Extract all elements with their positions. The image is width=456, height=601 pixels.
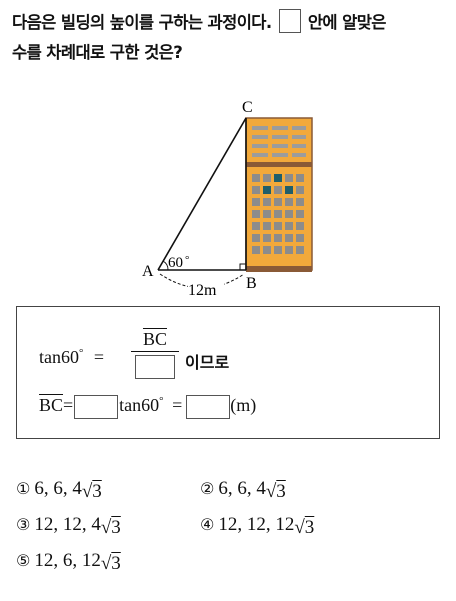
building-window xyxy=(296,174,304,182)
building-window xyxy=(263,174,271,182)
choice-3[interactable]: ③ 12, 12, 4√3 xyxy=(16,514,121,539)
building-window xyxy=(263,198,271,206)
building-window xyxy=(252,198,260,206)
building-window xyxy=(263,246,271,254)
building-window xyxy=(252,210,260,218)
building-window xyxy=(285,186,293,194)
blank-box-icon xyxy=(278,9,301,33)
choice-1-marker: ① xyxy=(16,479,31,498)
point-a-label: A xyxy=(142,263,154,280)
numerator-bc: BC xyxy=(142,329,167,349)
question-text-after: 안에 알맞은 xyxy=(307,13,387,32)
building-figure: C A B 60 ° 12m xyxy=(142,99,313,299)
point-b-label: B xyxy=(246,275,257,292)
building-window xyxy=(252,222,260,230)
choice-4-marker: ④ xyxy=(200,515,215,534)
question-text: 다음은 빌딩의 높이를 구하는 과정이다. 안에 알맞은 수를 차례대로 구한 … xyxy=(12,8,448,68)
choice-2-marker: ② xyxy=(200,479,215,498)
question-text-line2: 수를 차례대로 구한 것은? xyxy=(12,43,183,62)
degree-symbol: ° xyxy=(79,347,84,359)
building-window xyxy=(274,210,282,218)
building-window xyxy=(252,174,260,182)
building-window xyxy=(296,246,304,254)
building-illustration xyxy=(245,117,313,272)
line1-suffix: 이므로 xyxy=(185,353,230,372)
choice-4[interactable]: ④ 12, 12, 12√3 xyxy=(200,514,314,539)
building-window xyxy=(274,198,282,206)
building-window xyxy=(274,246,282,254)
building-window xyxy=(285,222,293,230)
building-window xyxy=(285,174,293,182)
building-window xyxy=(274,186,282,194)
choice-5-text: 12, 6, 12 xyxy=(34,550,101,571)
building-window xyxy=(263,186,271,194)
hypotenuse-line xyxy=(157,117,247,271)
building-window xyxy=(296,222,304,230)
solution-line-1: tan60° = BC 이므로 xyxy=(39,329,419,387)
choice-2-text: 6, 6, 4 xyxy=(218,478,266,499)
tan-expression: tan60° = xyxy=(39,347,104,368)
building-window xyxy=(263,234,271,242)
fraction: BC xyxy=(131,329,179,379)
sqrt-icon: √3 xyxy=(294,517,315,538)
sqrt-icon: √3 xyxy=(265,481,286,502)
building-window xyxy=(263,222,271,230)
building-window xyxy=(285,198,293,206)
line2-equals-2: = xyxy=(172,395,183,416)
building-window xyxy=(252,234,260,242)
sqrt-icon: √3 xyxy=(100,553,121,574)
building-window xyxy=(252,186,260,194)
building-window xyxy=(296,210,304,218)
building-window xyxy=(296,198,304,206)
angle-label: 60 ° xyxy=(168,254,189,271)
line2-tan: tan60 xyxy=(119,395,160,416)
answer-blank-2[interactable] xyxy=(74,395,119,419)
building-window xyxy=(252,246,260,254)
building-window xyxy=(296,186,304,194)
building-window xyxy=(263,210,271,218)
sqrt-icon: √3 xyxy=(100,517,121,538)
building-window xyxy=(285,210,293,218)
building-window xyxy=(285,246,293,254)
building-window xyxy=(274,174,282,182)
line2-equals-1: = xyxy=(63,395,74,416)
line2-unit: (m) xyxy=(230,395,257,416)
choice-3-text: 12, 12, 4 xyxy=(34,514,101,535)
point-c-label: C xyxy=(242,99,253,116)
answer-blank-1[interactable] xyxy=(135,355,175,379)
distance-label: 12m xyxy=(188,282,217,299)
right-angle-icon xyxy=(239,263,247,271)
choice-1-text: 6, 6, 4 xyxy=(34,478,82,499)
choice-1[interactable]: ① 6, 6, 4√3 xyxy=(16,478,102,503)
choice-5-marker: ⑤ xyxy=(16,551,31,570)
line2-bc: BC xyxy=(39,395,64,416)
tan-text: tan60 xyxy=(39,347,79,367)
answer-blank-3[interactable] xyxy=(186,395,231,419)
building-window xyxy=(285,234,293,242)
choice-5[interactable]: ⑤ 12, 6, 12√3 xyxy=(16,550,121,575)
choice-2[interactable]: ② 6, 6, 4√3 xyxy=(200,478,286,503)
choice-4-text: 12, 12, 12 xyxy=(218,514,295,535)
line2-degree: ° xyxy=(159,395,164,408)
building-window xyxy=(274,222,282,230)
solution-box: tan60° = BC 이므로 BC= tan60° = (m) xyxy=(16,306,440,439)
building-window xyxy=(274,234,282,242)
equals-sign: = xyxy=(93,347,105,367)
sqrt-icon: √3 xyxy=(81,481,102,502)
building-window xyxy=(296,234,304,242)
solution-line-2: BC= tan60° = (m) xyxy=(39,395,419,419)
question-text-before: 다음은 빌딩의 높이를 구하는 과정이다. xyxy=(12,13,272,32)
choice-3-marker: ③ xyxy=(16,515,31,534)
